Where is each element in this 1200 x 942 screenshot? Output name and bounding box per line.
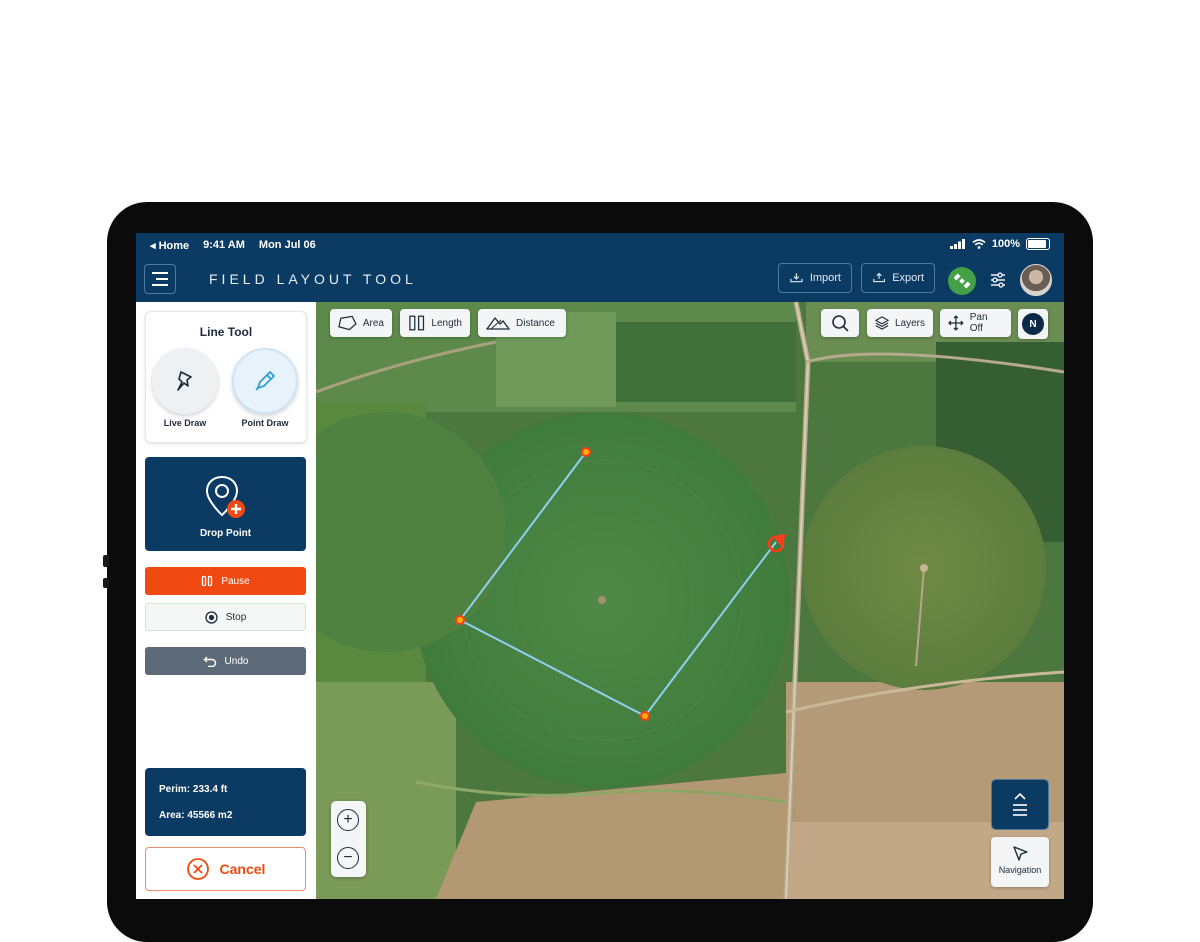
vertex-point: [640, 711, 650, 721]
app-title: FIELD LAYOUT TOOL: [209, 271, 417, 287]
marker-pen-icon: [255, 371, 275, 391]
live-draw-button[interactable]: [152, 348, 218, 414]
distance-tool-label: Distance: [516, 317, 555, 329]
tablet-side-button: [103, 555, 109, 567]
area-value: Area: 45566 m2: [159, 810, 233, 821]
point-draw-label: Point Draw: [241, 418, 289, 428]
drawn-polyline: [455, 447, 786, 721]
status-date: Mon Jul 06: [258, 239, 316, 251]
stop-button[interactable]: Stop: [145, 603, 306, 631]
area-tool-button[interactable]: Area: [330, 309, 392, 337]
live-draw-label: Live Draw: [163, 418, 207, 428]
pan-arrows-icon: [948, 315, 964, 331]
chevron-up-icon: [1014, 792, 1026, 800]
menu-button[interactable]: [144, 264, 176, 294]
undo-button[interactable]: Undo: [145, 647, 306, 675]
back-home-link[interactable]: ◂ Home: [150, 239, 189, 252]
length-tool-label: Length: [431, 317, 462, 329]
user-avatar[interactable]: [1020, 264, 1052, 296]
app-screen: ◂ Home 9:41 AM Mon Jul 06 100% FIELD LAY…: [136, 233, 1064, 899]
status-time: 9:41 AM: [203, 239, 245, 251]
satellite-status-button[interactable]: [948, 267, 976, 295]
import-icon: [790, 273, 803, 283]
tool-panel: Line Tool Live Draw Point Draw Drop Poin…: [136, 302, 316, 899]
layers-button[interactable]: Layers: [867, 309, 933, 337]
cancel-label: Cancel: [219, 861, 266, 877]
export-button[interactable]: Export: [861, 263, 935, 293]
polygon-area-icon: [338, 315, 357, 331]
cancel-button[interactable]: Cancel: [145, 847, 306, 891]
hamburger-icon: [1013, 804, 1027, 816]
map-search-button[interactable]: [821, 309, 859, 337]
location-pin-add-icon: [205, 475, 245, 518]
export-icon: [873, 272, 886, 283]
undo-label: Undo: [224, 655, 249, 667]
vertex-point: [455, 615, 465, 625]
measurement-panel: Perim: 233.4 ft Area: 45566 m2: [145, 768, 306, 836]
undo-icon: [203, 656, 216, 667]
pan-toggle-button[interactable]: Pan Off: [940, 309, 1011, 337]
zoom-control: + −: [331, 801, 366, 877]
zoom-in-button[interactable]: +: [337, 809, 359, 831]
record-stop-icon: [205, 610, 218, 624]
vertex-point: [581, 447, 591, 457]
import-button[interactable]: Import: [778, 263, 852, 293]
pause-label: Pause: [221, 575, 250, 587]
cellular-signal-icon: [949, 239, 965, 249]
area-tool-label: Area: [362, 317, 384, 329]
satellite-map[interactable]: Area Length Distance Layers Pan Off N + …: [316, 302, 1064, 899]
navigation-button[interactable]: Navigation: [991, 837, 1049, 887]
pause-icon: [202, 575, 213, 587]
compass-icon: N: [1022, 313, 1044, 335]
export-label: Export: [892, 272, 924, 284]
status-bar: ◂ Home 9:41 AM Mon Jul 06 100%: [136, 233, 1064, 257]
layers-icon: [875, 316, 889, 330]
satellite-icon: [954, 273, 970, 289]
length-tool-button[interactable]: Length: [400, 309, 470, 337]
perimeter-value: Perim: 233.4 ft: [159, 784, 228, 795]
search-icon: [832, 315, 849, 332]
point-draw-button[interactable]: [232, 348, 298, 414]
expand-panel-button[interactable]: [991, 779, 1049, 830]
distance-tool-button[interactable]: Distance: [478, 309, 566, 337]
pushpin-icon: [177, 371, 192, 391]
pause-button[interactable]: Pause: [145, 567, 306, 595]
app-header: FIELD LAYOUT TOOL Import Export: [136, 257, 1064, 302]
pan-label: Pan Off: [969, 312, 988, 334]
line-tool-card: Line Tool Live Draw Point Draw: [145, 311, 307, 443]
battery-percent: 100%: [991, 238, 1020, 250]
stop-label: Stop: [225, 611, 247, 623]
drop-point-button[interactable]: Drop Point: [145, 457, 306, 551]
zoom-out-button[interactable]: −: [337, 847, 359, 869]
navigation-label: Navigation: [998, 865, 1042, 875]
compass-button[interactable]: N: [1018, 309, 1048, 339]
cancel-x-icon: [186, 858, 209, 880]
drop-point-label: Drop Point: [199, 528, 252, 539]
mountain-distance-icon: [486, 316, 510, 330]
wifi-icon: [972, 239, 986, 249]
layers-label: Layers: [894, 317, 925, 329]
battery-icon: [1026, 238, 1050, 250]
line-tool-title: Line Tool: [199, 325, 253, 339]
settings-sliders-icon[interactable]: [989, 271, 1007, 289]
tablet-camera: [103, 578, 109, 588]
ruler-icon: [409, 315, 425, 331]
import-label: Import: [809, 272, 841, 284]
current-position-arrow-icon: [767, 534, 786, 553]
navigation-arrow-icon: [1013, 846, 1028, 861]
